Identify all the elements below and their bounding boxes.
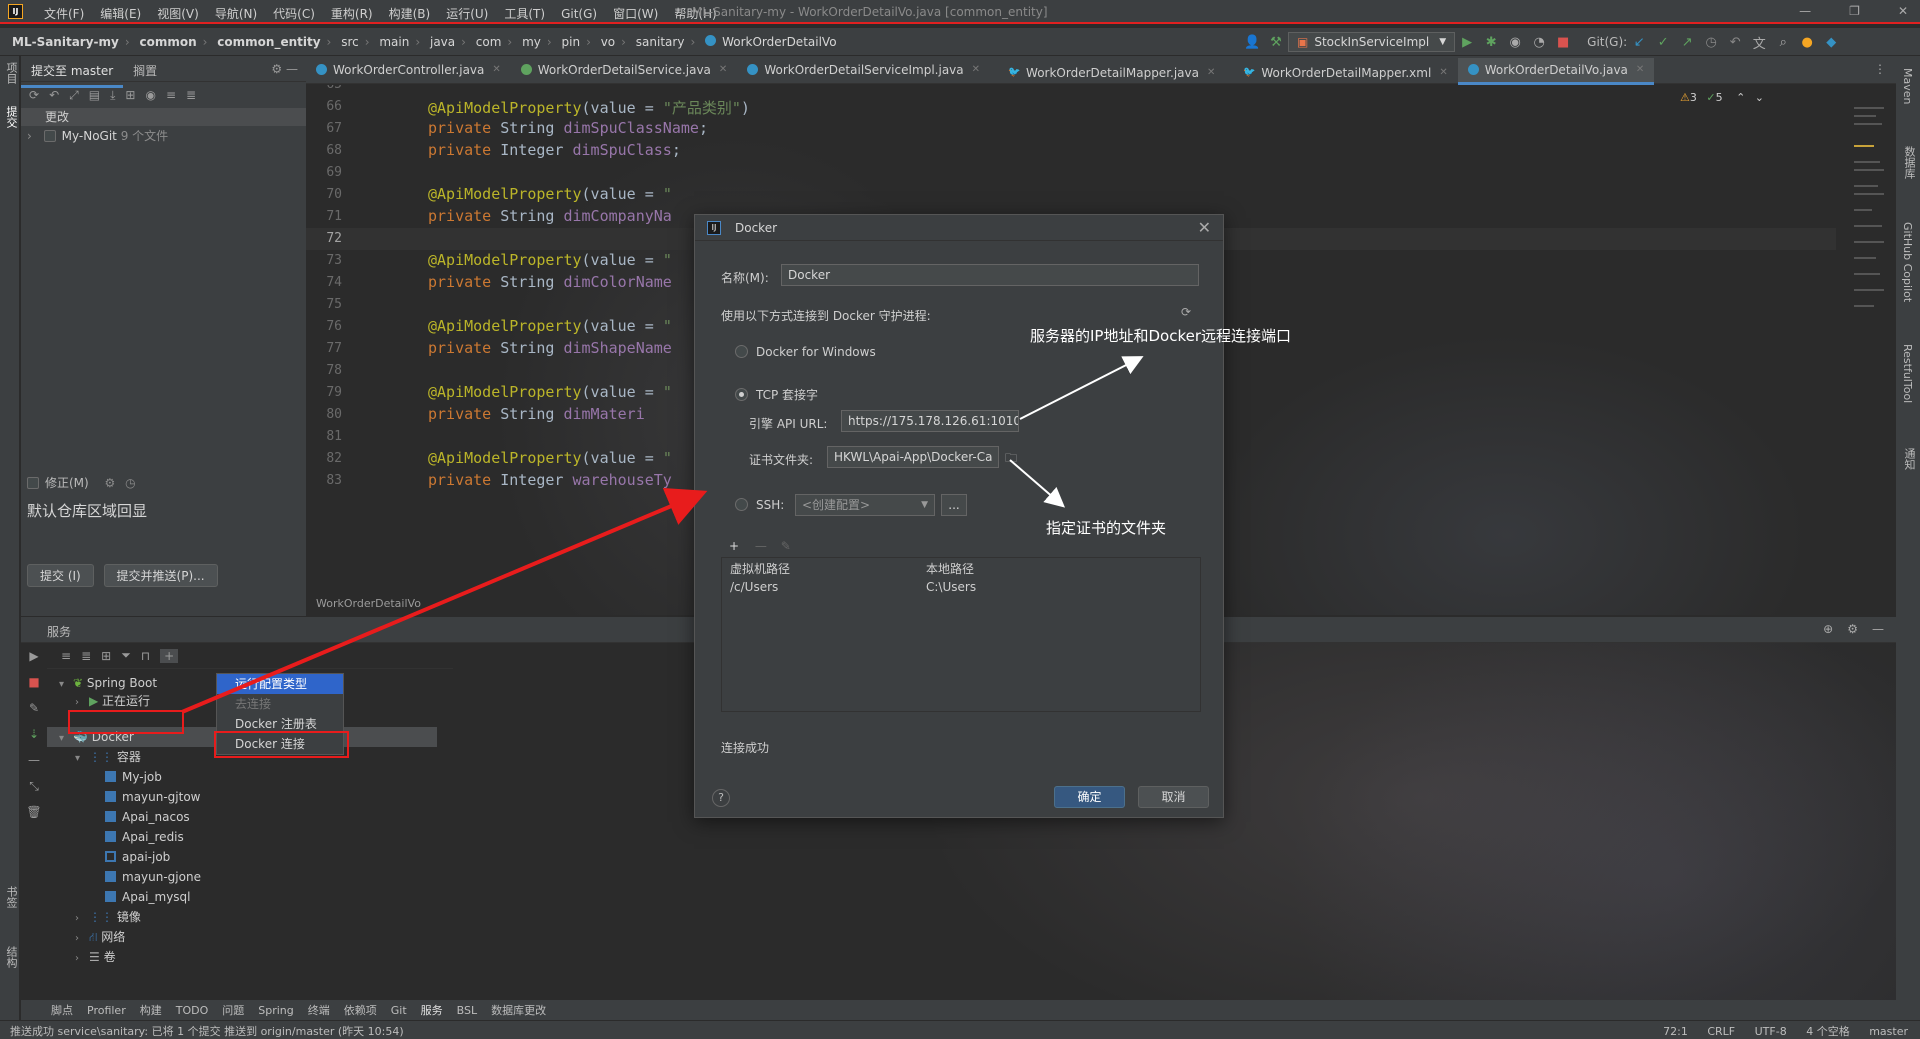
white-arrow-cert (1009, 459, 1066, 508)
tool-window-bar: 脚点 Profiler 构建 TODO 问题 Spring 终端 依赖项 Git… (21, 1000, 1896, 1020)
tool-spring[interactable]: Spring (258, 1004, 294, 1017)
tool-git[interactable]: Git (391, 1004, 407, 1017)
tool-todo[interactable]: TODO (176, 1004, 209, 1017)
tool-problems[interactable]: 问题 (222, 1002, 244, 1018)
status-encoding[interactable]: UTF-8 (1755, 1025, 1787, 1038)
white-arrow-ip (1019, 356, 1144, 420)
status-position[interactable]: 72:1 (1663, 1025, 1688, 1038)
tool-profiler[interactable]: Profiler (87, 1004, 126, 1017)
tool-dependencies[interactable]: 依赖项 (344, 1002, 377, 1018)
tool-services[interactable]: 服务 (421, 1002, 443, 1018)
tool-bsl[interactable]: BSL (457, 1004, 477, 1017)
status-indent[interactable]: 4 个空格 (1806, 1025, 1850, 1038)
tool-build[interactable]: 构建 (140, 1002, 162, 1018)
tool-endpoints[interactable]: 脚点 (51, 1002, 73, 1018)
annotation-arrows (181, 356, 1144, 714)
tool-terminal[interactable]: 终端 (308, 1002, 330, 1018)
status-bar: 推送成功 service\sanitary: 已将 1 个提交 推送到 orig… (0, 1020, 1920, 1039)
status-branch[interactable]: master (1869, 1025, 1908, 1038)
red-arrow (181, 487, 708, 714)
status-line-separator[interactable]: CRLF (1707, 1025, 1735, 1038)
status-message[interactable]: 推送成功 service\sanitary: 已将 1 个提交 推送到 orig… (10, 1023, 404, 1039)
tool-db-changes[interactable]: 数据库更改 (491, 1002, 546, 1018)
